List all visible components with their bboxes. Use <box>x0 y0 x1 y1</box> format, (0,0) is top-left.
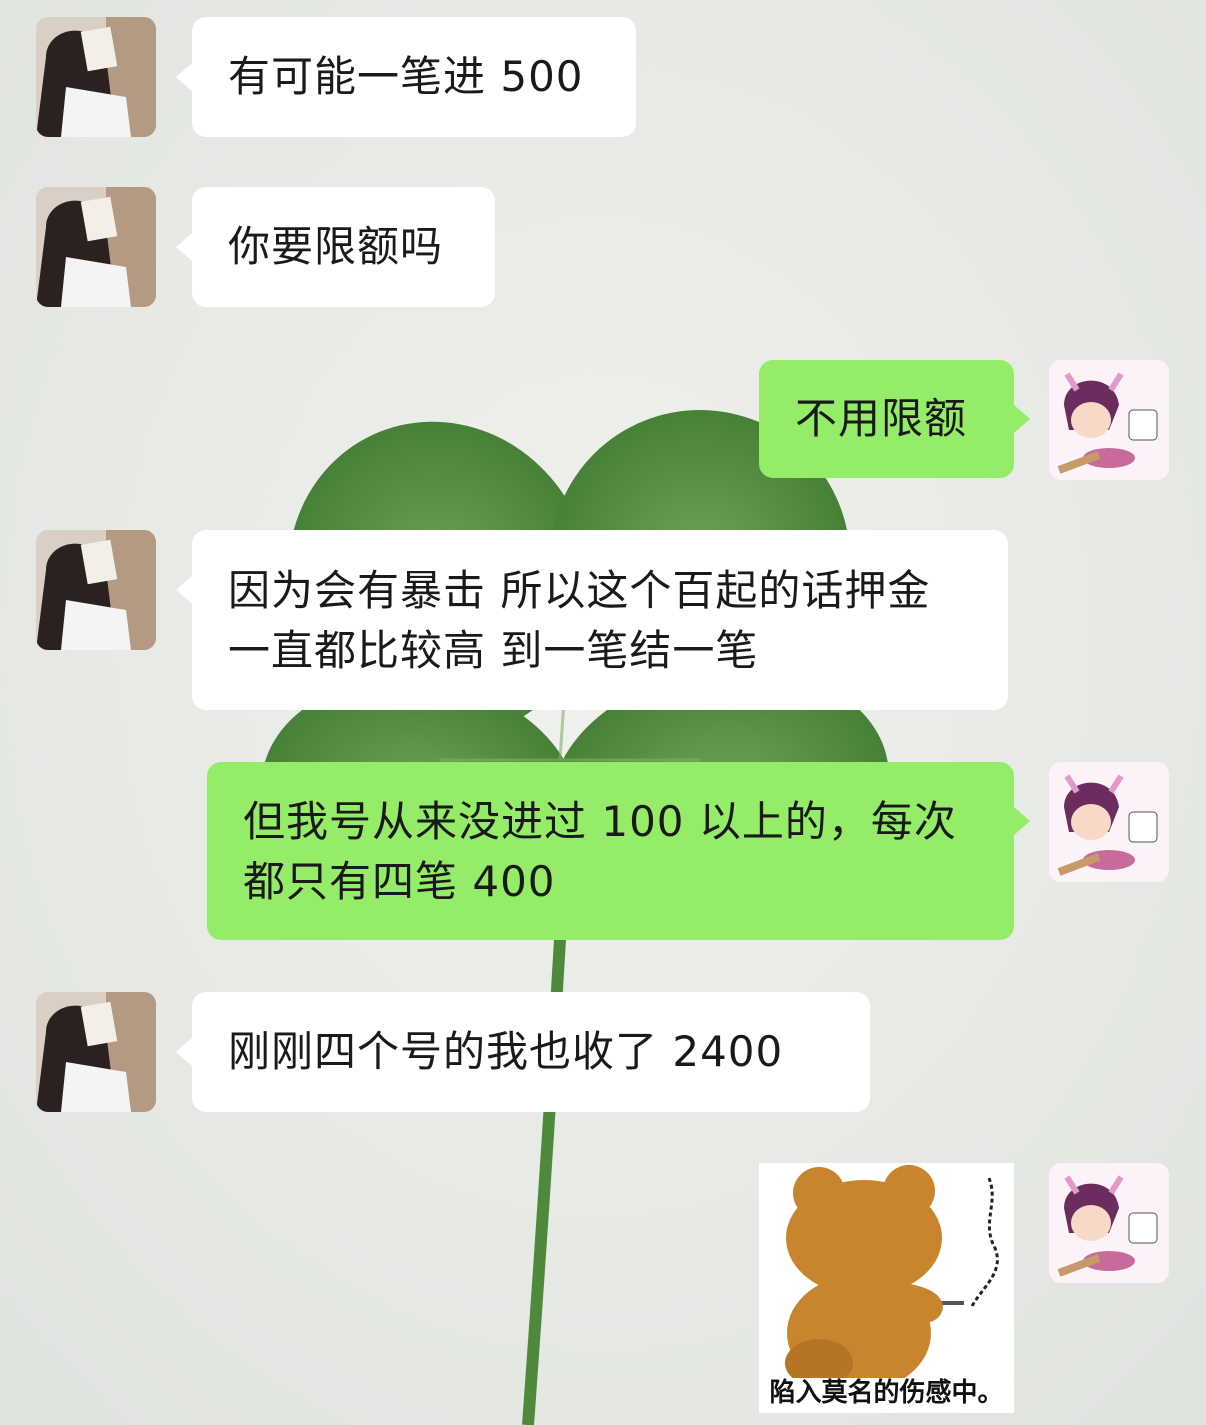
bubble-tail <box>1014 405 1030 433</box>
chat-background-clover-image <box>0 0 1206 1425</box>
incoming-message-bubble[interactable]: 因为会有暴击 所以这个百起的话押金 一直都比较高 到一笔结一笔 <box>192 530 1008 710</box>
incoming-message-bubble[interactable]: 有可能一笔进 500 <box>192 17 636 137</box>
my-avatar[interactable] <box>1049 1163 1169 1283</box>
message-text: 有可能一笔进 500 <box>228 52 584 101</box>
message-text: 刚刚四个号的我也收了 2400 <box>228 1027 784 1076</box>
outgoing-message-bubble[interactable]: 不用限额 <box>759 360 1014 478</box>
bubble-tail <box>176 576 192 604</box>
contact-avatar[interactable] <box>36 992 156 1112</box>
contact-avatar[interactable] <box>36 17 156 137</box>
message-text: 不用限额 <box>795 394 968 443</box>
bubble-tail <box>1014 807 1030 835</box>
my-avatar[interactable] <box>1049 762 1169 882</box>
bubble-tail <box>176 233 192 261</box>
message-text: 你要限额吗 <box>228 222 444 271</box>
sticker-message[interactable]: 陷入莫名的伤感中。 <box>759 1163 1014 1413</box>
incoming-message-bubble[interactable]: 你要限额吗 <box>192 187 495 307</box>
incoming-message-bubble[interactable]: 刚刚四个号的我也收了 2400 <box>192 992 870 1112</box>
contact-avatar[interactable] <box>36 530 156 650</box>
bear-sticker-image <box>785 1165 999 1391</box>
sticker-caption: 陷入莫名的伤感中。 <box>769 1378 1004 1408</box>
message-text-line: 一直都比较高 到一笔结一笔 <box>228 626 759 675</box>
my-avatar[interactable] <box>1049 360 1169 480</box>
contact-avatar[interactable] <box>36 187 156 307</box>
bubble-tail <box>176 63 192 91</box>
message-text-line: 但我号从来没进过 100 以上的，每次 <box>243 797 957 846</box>
message-text-line: 因为会有暴击 所以这个百起的话押金 <box>228 566 931 615</box>
message-text-line: 都只有四笔 400 <box>243 857 556 906</box>
outgoing-message-bubble[interactable]: 但我号从来没进过 100 以上的，每次 都只有四笔 400 <box>207 762 1014 940</box>
bubble-tail <box>176 1038 192 1066</box>
